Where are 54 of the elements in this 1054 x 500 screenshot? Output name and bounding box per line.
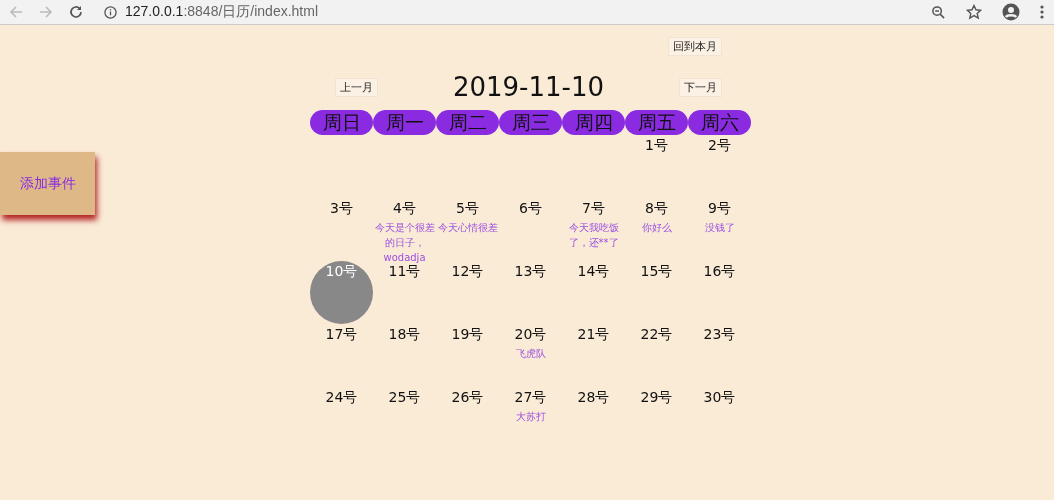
- day-number[interactable]: 10号: [325, 263, 358, 279]
- day-number[interactable]: 12号: [451, 263, 484, 279]
- star-icon[interactable]: [966, 4, 982, 20]
- day-number[interactable]: 16号: [703, 263, 736, 279]
- day-number[interactable]: 5号: [456, 200, 479, 216]
- day-number[interactable]: 4号: [393, 200, 416, 216]
- weekday-header: 周日: [310, 110, 373, 135]
- day-number[interactable]: 14号: [577, 263, 610, 279]
- day-number[interactable]: 23号: [703, 326, 736, 342]
- account-icon[interactable]: [1002, 3, 1020, 21]
- day-number[interactable]: 21号: [577, 326, 610, 342]
- current-date: 2019-11-10: [452, 72, 605, 102]
- day-number[interactable]: 6号: [519, 200, 542, 216]
- event-note: 飞虎队: [515, 347, 546, 361]
- day-number[interactable]: 3号: [330, 200, 353, 216]
- day-number[interactable]: 25号: [388, 389, 421, 405]
- day-number[interactable]: 15号: [640, 263, 673, 279]
- day-number[interactable]: 11号: [388, 263, 421, 279]
- day-number[interactable]: 18号: [388, 326, 421, 342]
- day-number[interactable]: 2号: [708, 137, 731, 153]
- event-note: 大苏打: [515, 410, 546, 424]
- day-number[interactable]: 8号: [645, 200, 668, 216]
- day-number[interactable]: 22号: [640, 326, 673, 342]
- weekday-header: 周三: [499, 110, 562, 135]
- weekday-header: 周四: [562, 110, 625, 135]
- event-note: 今天我吃饭了，还**了: [567, 221, 620, 250]
- event-note: 今天心情很差: [437, 221, 498, 235]
- day-number[interactable]: 28号: [577, 389, 610, 405]
- day-number[interactable]: 1号: [645, 137, 668, 153]
- day-number[interactable]: 17号: [325, 326, 358, 342]
- day-number[interactable]: 30号: [703, 389, 736, 405]
- info-icon: [104, 5, 117, 19]
- day-number[interactable]: 9号: [708, 200, 731, 216]
- zoom-icon[interactable]: [931, 4, 946, 20]
- day-number[interactable]: 20号: [514, 326, 547, 342]
- previous-month-button[interactable]: 上一月: [335, 77, 378, 97]
- reload-icon[interactable]: [68, 4, 84, 20]
- weekday-header: 周五: [625, 110, 688, 135]
- event-note: 没钱了: [704, 221, 735, 235]
- day-number[interactable]: 13号: [514, 263, 547, 279]
- event-note: 今天是个很差的日子，wodadja: [373, 221, 436, 265]
- weekday-header: 周二: [436, 110, 499, 135]
- day-number[interactable]: 24号: [325, 389, 358, 405]
- day-number[interactable]: 29号: [640, 389, 673, 405]
- day-number[interactable]: 7号: [582, 200, 605, 216]
- day-number[interactable]: 26号: [451, 389, 484, 405]
- weekday-header: 周六: [688, 110, 751, 135]
- back-to-month-button[interactable]: 回到本月: [668, 37, 722, 56]
- day-number[interactable]: 27号: [514, 389, 547, 405]
- menu-icon[interactable]: [1040, 4, 1044, 20]
- next-month-button[interactable]: 下一月: [679, 77, 722, 97]
- event-note: 你好么: [641, 221, 672, 235]
- weekday-header: 周一: [373, 110, 436, 135]
- day-number[interactable]: 19号: [451, 326, 484, 342]
